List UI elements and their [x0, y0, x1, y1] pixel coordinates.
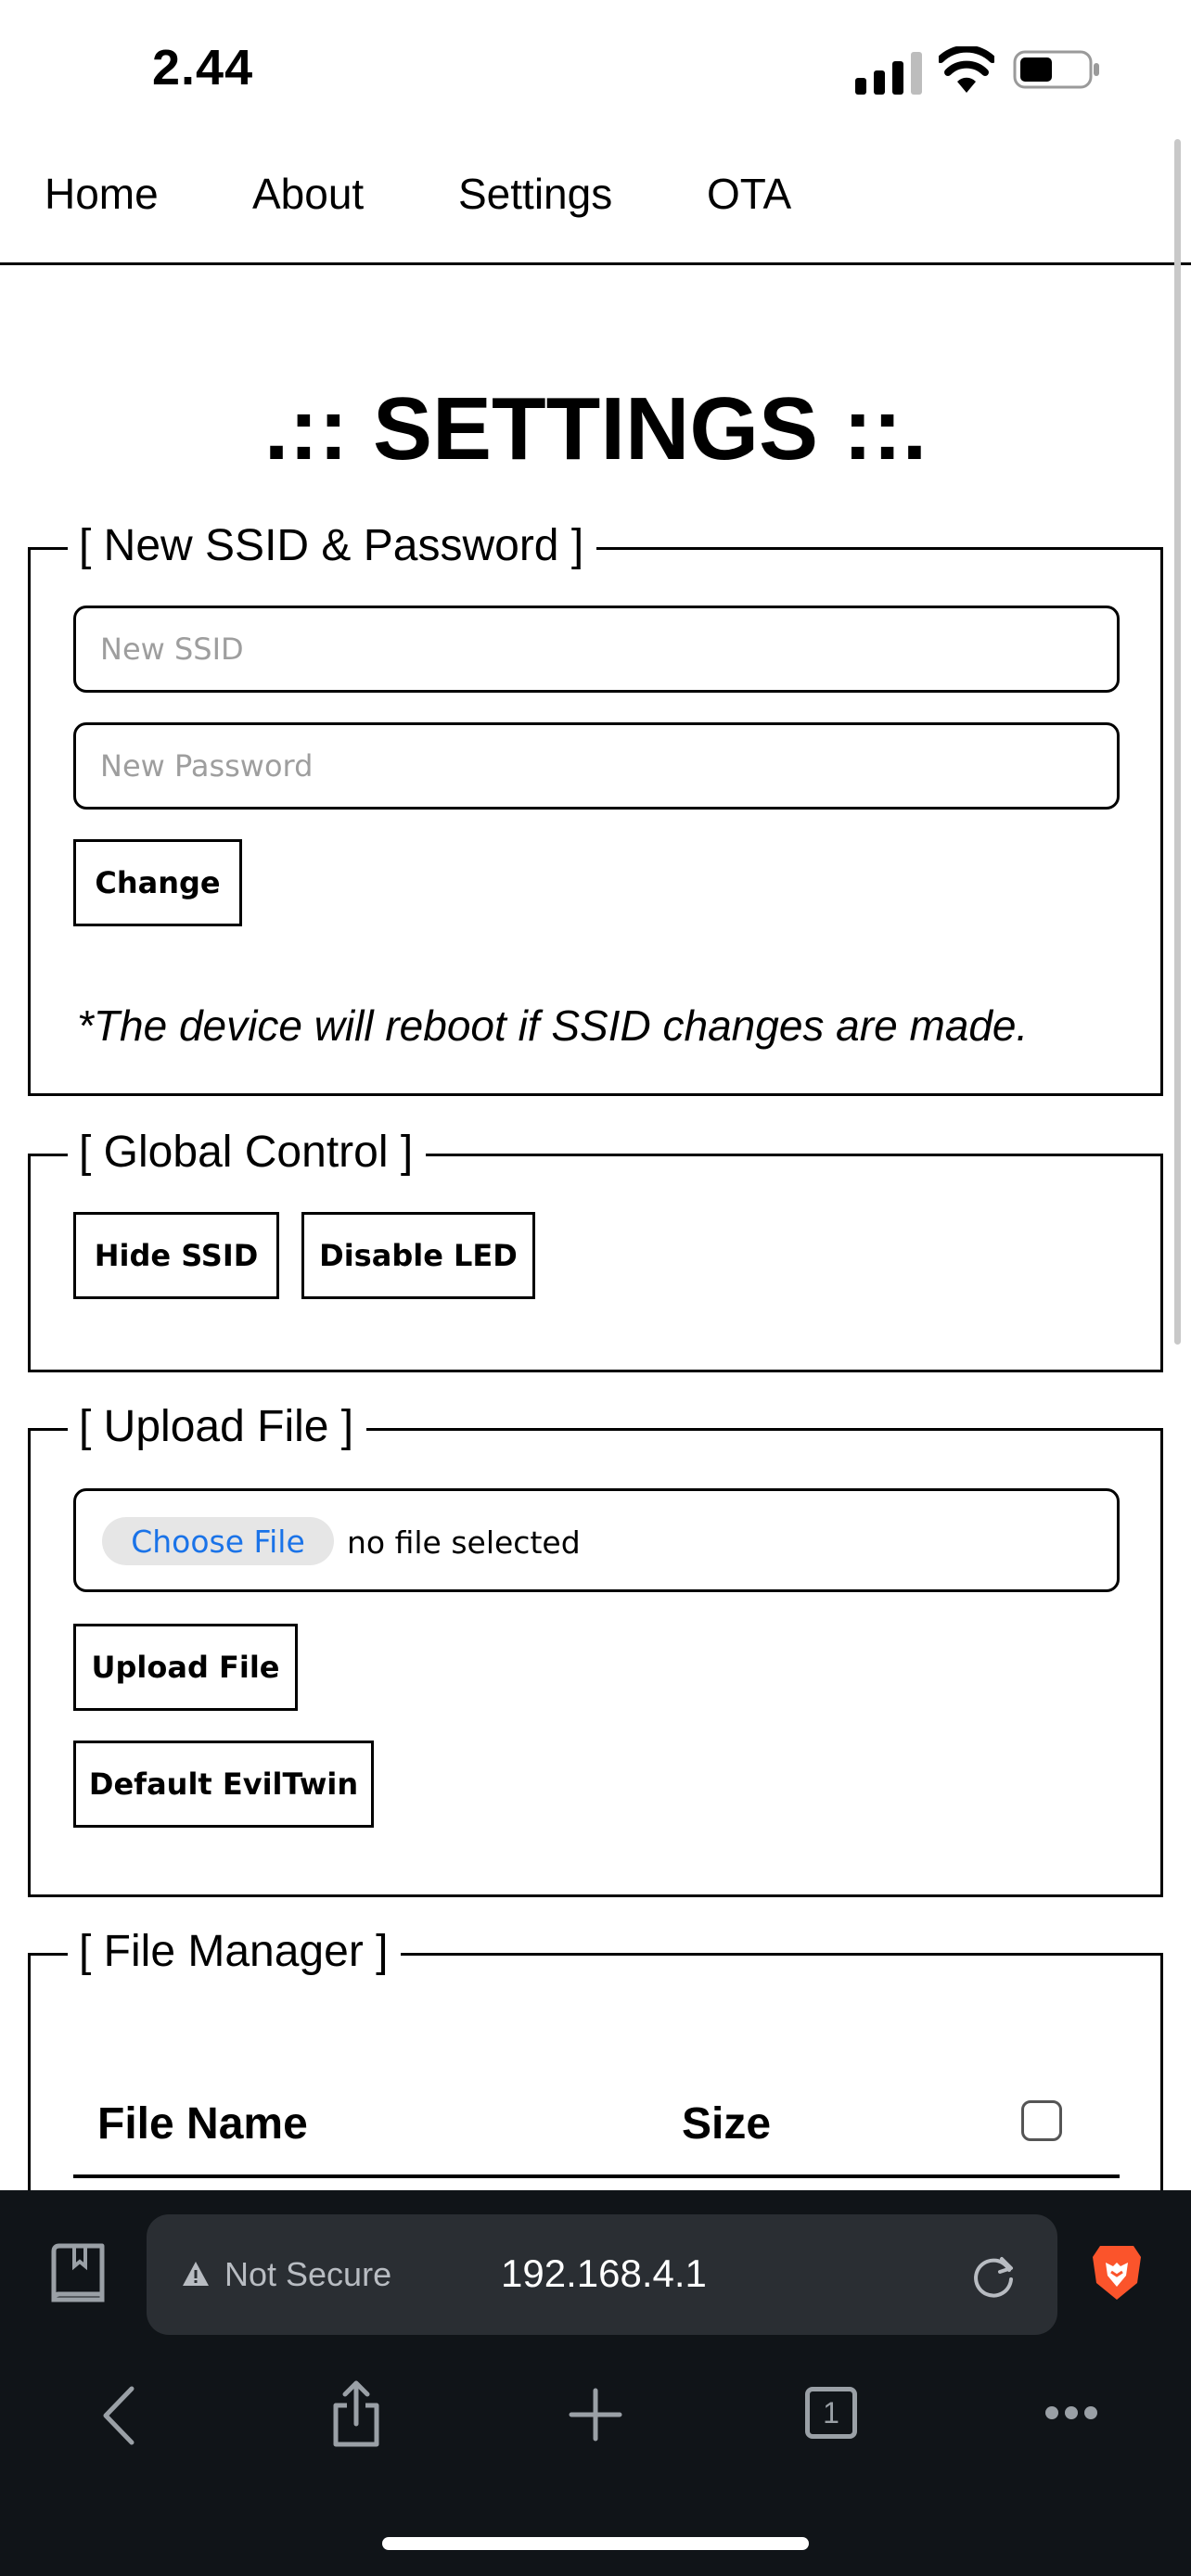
- scrollbar[interactable]: [1174, 139, 1181, 1345]
- size-column-header: Size: [682, 2099, 772, 2149]
- status-bar: 2.44: [0, 0, 1191, 130]
- upload-file-section: [ Upload File ] Choose File no file sele…: [28, 1399, 1163, 1897]
- file-table-header: File Name Size: [73, 2082, 1120, 2178]
- new-password-input[interactable]: New Password: [73, 722, 1120, 810]
- upload-file-button[interactable]: Upload File: [73, 1624, 298, 1711]
- not-secure-label: Not Secure: [224, 2255, 392, 2293]
- back-icon[interactable]: [100, 2385, 137, 2446]
- nav-ota-link[interactable]: OTA: [707, 169, 791, 219]
- nav-settings-link[interactable]: Settings: [458, 169, 612, 219]
- nav-home-link[interactable]: Home: [45, 169, 159, 219]
- warning-icon: [183, 2262, 209, 2286]
- disable-led-button[interactable]: Disable LED: [301, 1212, 535, 1299]
- file-manager-legend: [ File Manager ]: [68, 1924, 402, 1980]
- browser-toolbar: Not Secure 192.168.4.1 1: [0, 2190, 1191, 2576]
- signal-icon: [855, 52, 922, 95]
- status-time: 2.44: [152, 40, 254, 96]
- share-icon[interactable]: [330, 2379, 382, 2448]
- default-eviltwin-button[interactable]: Default EvilTwin: [73, 1741, 374, 1828]
- new-ssid-input[interactable]: New SSID: [73, 606, 1120, 693]
- global-control-section: [ Global Control ] Hide SSID Disable LED: [28, 1125, 1163, 1372]
- url-text[interactable]: 192.168.4.1: [501, 2251, 707, 2296]
- nav-about-link[interactable]: About: [252, 169, 364, 219]
- brave-lion-icon[interactable]: [1091, 2242, 1143, 2302]
- url-bar[interactable]: Not Secure 192.168.4.1: [147, 2214, 1057, 2335]
- battery-icon: [1013, 50, 1099, 89]
- top-navigation: Home About Settings OTA: [0, 130, 1191, 265]
- select-all-checkbox[interactable]: [1021, 2100, 1062, 2141]
- file-input[interactable]: Choose File no file selected: [73, 1488, 1120, 1592]
- reboot-note: *The device will reboot if SSID changes …: [77, 1001, 1029, 1050]
- page-title: .:: SETTINGS ::.: [263, 379, 928, 478]
- more-icon[interactable]: [1044, 2405, 1098, 2420]
- ssid-password-section: [ New SSID & Password ] New SSID New Pas…: [28, 518, 1163, 1096]
- upload-section-legend: [ Upload File ]: [68, 1399, 367, 1455]
- choose-file-button[interactable]: Choose File: [102, 1517, 334, 1565]
- change-button[interactable]: Change: [73, 839, 242, 926]
- global-section-legend: [ Global Control ]: [68, 1125, 427, 1180]
- reload-icon[interactable]: [968, 2251, 1018, 2302]
- ssid-section-legend: [ New SSID & Password ]: [68, 518, 597, 574]
- bookmarks-icon[interactable]: [48, 2242, 108, 2303]
- hide-ssid-button[interactable]: Hide SSID: [73, 1212, 279, 1299]
- wifi-icon: [939, 46, 994, 93]
- tabs-icon[interactable]: 1: [805, 2387, 857, 2439]
- no-file-selected-text: no file selected: [347, 1524, 581, 1561]
- new-tab-icon[interactable]: [568, 2387, 623, 2442]
- file-name-column-header: File Name: [97, 2099, 308, 2149]
- home-indicator: [382, 2537, 809, 2550]
